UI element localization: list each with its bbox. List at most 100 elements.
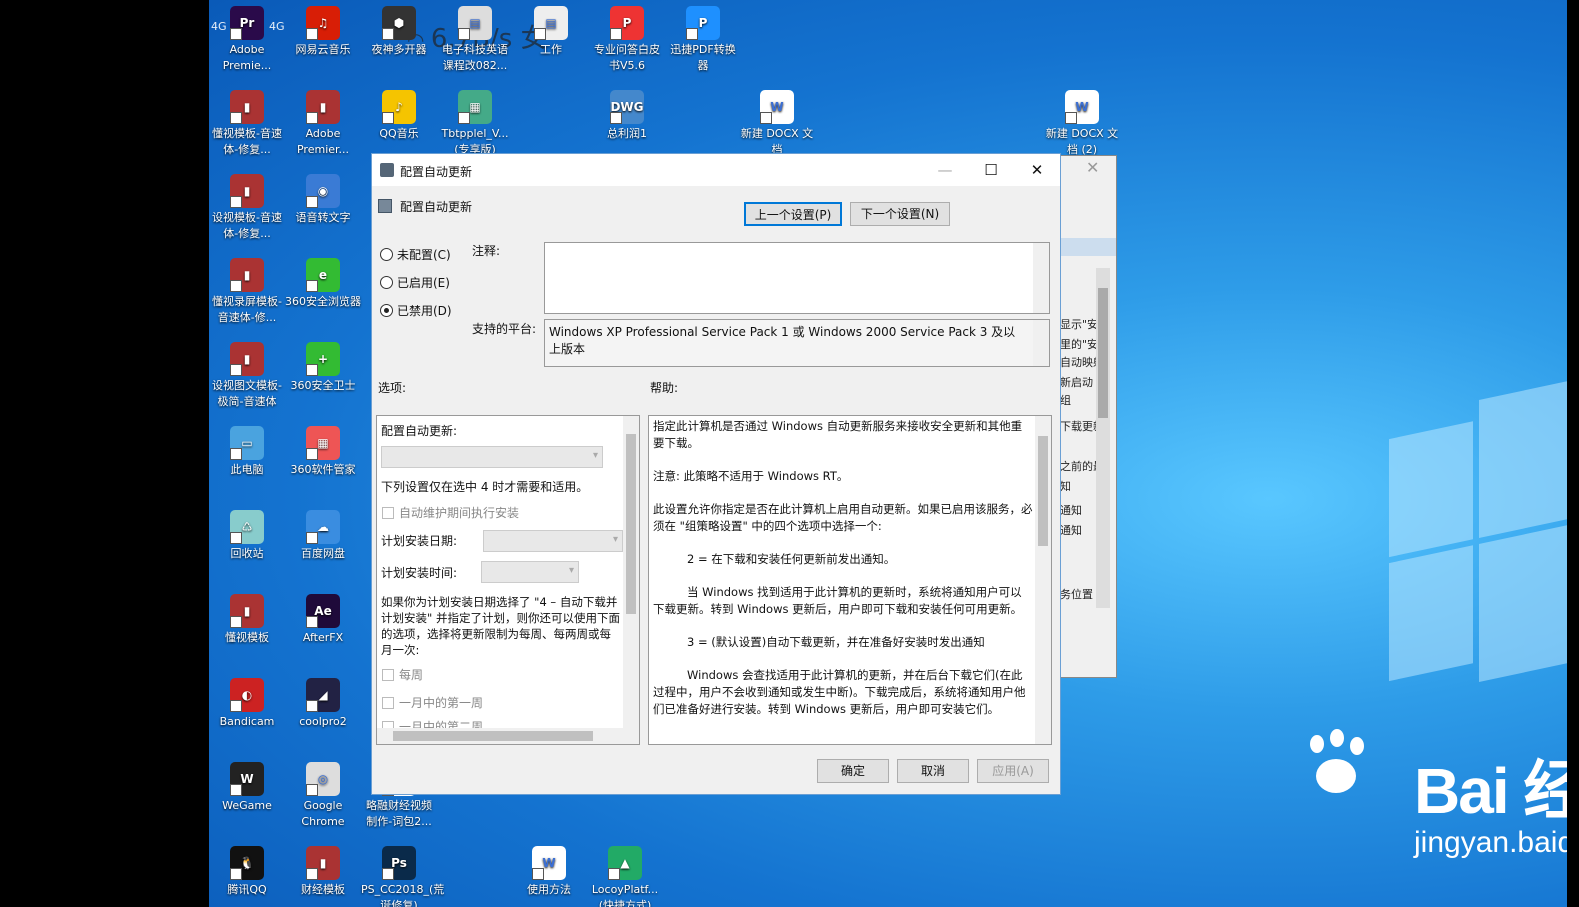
radio-disabled-dot[interactable] [380,304,393,317]
next-setting-button[interactable]: 下一个设置(N) [850,202,950,226]
day-combo[interactable]: ▾ [483,530,623,552]
desktop-icon[interactable]: ◐ Bandicam [209,678,285,730]
desktop-icon[interactable]: DWG 总利润1 [589,90,665,142]
options-panel: 配置自动更新: ▾ 下列设置仅在选中 4 时才需要和适用。 自动维护期间执行安装… [376,415,640,745]
checkbox-box[interactable] [382,668,394,681]
baidu-logo: Bai 经验 [1414,755,1567,827]
desktop-icon[interactable]: +360安全卫士 [285,342,361,394]
desktop-icon[interactable]: W 新建 DOCX 文档 (2) [1044,90,1120,158]
weekly-checkbox[interactable]: 每周 [382,666,423,683]
chevron-down-icon: ▾ [612,534,618,545]
setting-icon [378,199,392,213]
apply-button[interactable]: 应用(A) [977,759,1049,783]
help-paragraph: 2 = 在下载和安装任何更新前发出通知。 [687,552,896,566]
scrollbar-thumb[interactable] [626,434,636,614]
desktop-icon[interactable]: ▮ 懂视模板-音速体-修复... [209,90,285,158]
close-button[interactable]: ✕ [1014,158,1060,182]
configure-combo[interactable]: ▾ [381,446,603,468]
checkbox-box[interactable] [382,506,394,519]
prev-setting-button[interactable]: 上一个设置(P) [744,202,842,226]
desktop-icon[interactable]: 🐧 腾讯QQ [209,846,285,898]
desktop-icon[interactable]: ▮ Adobe Premier... [285,90,361,158]
close-icon[interactable]: ✕ [1086,158,1099,177]
scrollbar[interactable] [1033,243,1049,313]
maximize-button[interactable]: ☐ [968,158,1014,182]
desktop-icon[interactable]: P 迅捷PDF转换器 [665,6,741,74]
radio-enabled-dot[interactable] [380,276,393,289]
minimize-button[interactable]: — [922,158,968,182]
desktop-icon[interactable]: W 新建 DOCX 文档 [739,90,815,158]
scrollbar[interactable] [623,416,639,728]
options-label: 选项: [378,381,407,395]
radio-not-configured[interactable]: 未配置(C) [380,246,451,263]
scrollbar-thumb[interactable] [1038,436,1048,546]
desktop-icon[interactable]: ▮ 财经模板 [285,846,361,898]
app-icon: + [306,342,340,376]
scrollbar[interactable] [1096,268,1110,608]
radio-not-configured-dot[interactable] [380,248,393,261]
app-icon: ▮ [230,594,264,628]
baidu-paw-icon [1304,729,1374,805]
desktop: 4G 4G ◠ 6.7B/s 女 PrAdobe Premie...♫网易云音乐… [209,0,1567,907]
app-icon: W [230,762,264,796]
scrollbar-thumb[interactable] [1098,288,1108,418]
desktop-icon[interactable]: ▮ 懂视模板 [209,594,285,646]
desktop-icon[interactable]: ◢ coolpro2 [285,678,361,730]
background-text-line: 里的"安 [1060,338,1099,351]
horizontal-scrollbar[interactable] [377,728,639,744]
desktop-icon-label: 网易云音乐 [295,43,351,56]
radio-label: 已禁用(D) [397,304,452,318]
radio-label: 已启用(E) [397,276,450,290]
desktop-icon[interactable]: ☁ 百度网盘 [285,510,361,562]
scrollbar[interactable] [1035,416,1051,744]
desktop-icon[interactable]: ▦ 360软件管家 [285,426,361,478]
radio-disabled[interactable]: 已禁用(D) [380,302,452,319]
desktop-icon[interactable]: ♺ 回收站 [209,510,285,562]
app-icon: ♪ [382,90,416,124]
desktop-icon[interactable]: e 360安全浏览器 [285,258,361,310]
cancel-button[interactable]: 取消 [897,759,969,783]
desktop-icon[interactable]: Pr Adobe Premie... [209,6,285,74]
desktop-icon[interactable]: Ps PS_CC2018_(荒诞修复) [361,846,445,907]
desktop-icon[interactable]: ◎ Google Chrome [285,762,361,830]
background-text-line: 通知 [1060,504,1082,517]
background-text-line: 通知 [1060,524,1082,537]
desktop-icon-label: 百度网盘 [301,547,345,560]
desktop-icon[interactable]: ♫ 网易云音乐 [285,6,361,58]
scrollbar[interactable] [1033,320,1049,366]
desktop-icon[interactable]: ▤ 工作 [513,6,589,58]
desktop-icon-label: LocoyPlatf... (快捷方式) [591,883,659,907]
desktop-icon[interactable]: ▦ Tbtpplel_V... (专享版) [437,90,513,158]
checkbox-box[interactable] [382,696,394,709]
setting-name: 配置自动更新 [400,200,473,214]
desktop-icon[interactable]: ▮ 设视模板-音速体-修复... [209,174,285,242]
scrollbar-thumb[interactable] [393,731,593,741]
background-text-line: 知 [1060,480,1071,493]
app-icon: P [610,6,644,40]
maintenance-checkbox[interactable]: 自动维护期间执行安装 [382,504,519,521]
desktop-icon[interactable]: W WeGame [209,762,285,814]
time-combo[interactable]: ▾ [481,561,579,583]
desktop-icon[interactable]: P 专业问答白皮书V5.6 [589,6,665,74]
desktop-icon[interactable]: ▭ 此电脑 [209,426,285,478]
desktop-icon[interactable]: Ae AfterFX [285,594,361,646]
desktop-icon[interactable]: ◉ 语音转文字 [285,174,361,226]
desktop-icon[interactable]: ▤ 电子科技英语课程改082... [437,6,513,74]
first-week-checkbox[interactable]: 一月中的第一周 [382,694,483,711]
app-icon: ◐ [230,678,264,712]
app-icon: 🐧 [230,846,264,880]
desktop-icon-label: 设视图文模板-极简-音速体 [212,379,282,408]
desktop-icon[interactable]: ▮ 设视图文模板-极简-音速体 [209,342,285,410]
comment-field[interactable] [544,242,1050,314]
ok-button[interactable]: 确定 [817,759,889,783]
desktop-icon[interactable]: ⬢ 夜神多开器 [361,6,437,58]
app-icon: ☁ [306,510,340,544]
desktop-icon[interactable]: ▲ LocoyPlatf... (快捷方式) [587,846,663,907]
desktop-icon[interactable]: ▮ 懂视录屏模板-音速体-修... [209,258,285,326]
desktop-icon[interactable]: W 使用方法 [511,846,587,898]
help-paragraph: 当 Windows 找到适用于此计算机的更新时，系统将通知用户可以下载更新。转到… [653,585,1023,616]
radio-enabled[interactable]: 已启用(E) [380,274,450,291]
desktop-icon[interactable]: ♪ QQ音乐 [361,90,437,142]
radio-label: 未配置(C) [397,248,451,262]
desktop-icon-label: PS_CC2018_(荒诞修复) [361,883,445,907]
